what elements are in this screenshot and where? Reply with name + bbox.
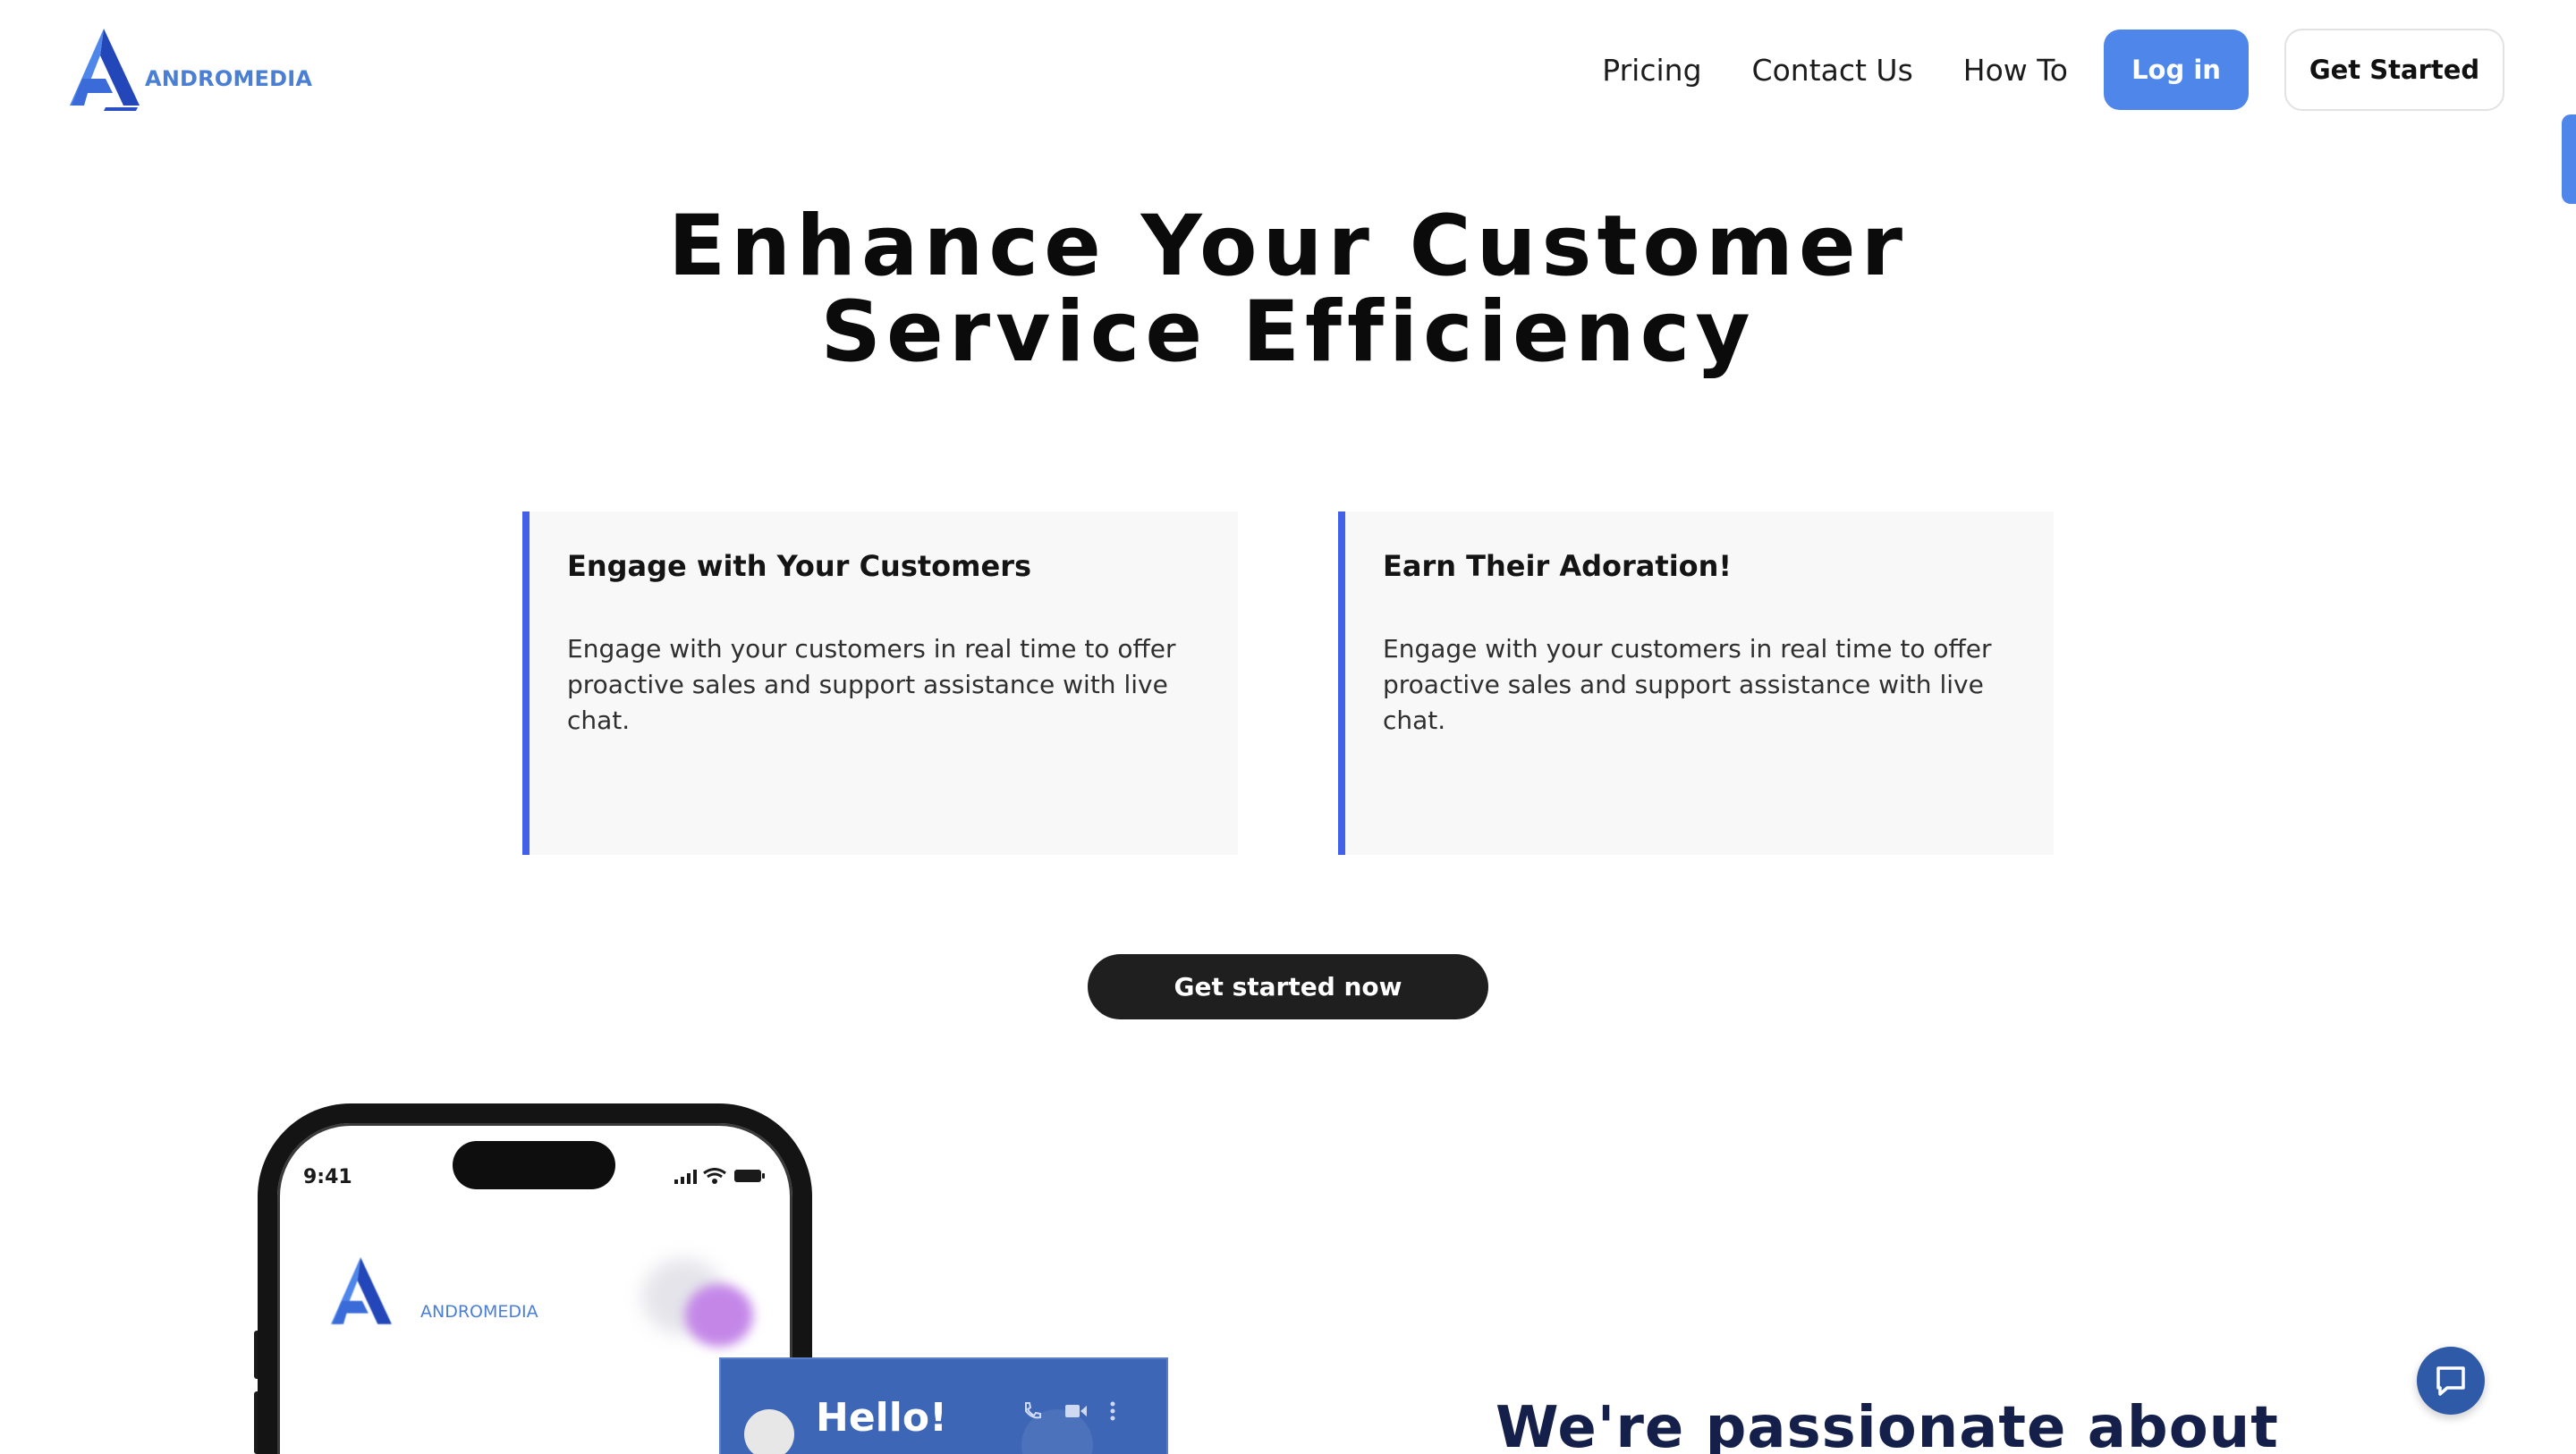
more-vertical-icon — [1109, 1400, 1116, 1426]
chat-action-icons — [1021, 1400, 1138, 1426]
feature-card-adoration: Earn Their Adoration! Engage with your c… — [1338, 511, 2054, 855]
phone-call-icon — [1021, 1400, 1043, 1426]
battery-icon — [734, 1170, 765, 1182]
wifi-icon — [703, 1168, 726, 1184]
login-button[interactable]: Log in — [2104, 30, 2249, 110]
brand-name: ANDROMEDIA — [145, 66, 313, 91]
get-started-button[interactable]: Get Started — [2284, 29, 2504, 111]
hero-title-line-2: Service Efficiency — [820, 283, 1756, 381]
get-started-now-button[interactable]: Get started now — [1088, 954, 1488, 1019]
top-nav: Pricing Contact Us How To Log in Get Sta… — [1602, 29, 2504, 111]
nav-link-how-to[interactable]: How To — [1963, 53, 2068, 88]
signal-icon — [674, 1170, 697, 1184]
chat-avatar — [744, 1409, 794, 1454]
brand-logo[interactable]: ANDROMEDIA — [70, 29, 312, 111]
phone-dynamic-island — [453, 1141, 615, 1189]
phone-status-time: 9:41 — [303, 1166, 352, 1188]
feature-card-body: Engage with your customers in real time … — [567, 634, 1176, 735]
hero-title-line-1: Enhance Your Customer — [667, 198, 1909, 295]
feature-card-title: Engage with Your Customers — [567, 549, 1032, 583]
side-feedback-tab[interactable] — [2562, 114, 2576, 204]
chat-preview-card: Hello! — [721, 1359, 1166, 1454]
nav-link-contact-us[interactable]: Contact Us — [1752, 53, 1913, 88]
andromedia-logo-icon — [331, 1257, 392, 1324]
hero-title: Enhance Your Customer Service Efficiency — [0, 204, 2576, 376]
video-call-icon — [1064, 1402, 1088, 1424]
phone-status-icons — [674, 1168, 766, 1184]
feature-card-body: Engage with your customers in real time … — [1383, 634, 1992, 735]
chat-widget-button[interactable] — [2417, 1347, 2485, 1415]
andromedia-logo-icon — [70, 29, 140, 111]
feature-card-title: Earn Their Adoration! — [1383, 549, 1733, 583]
feature-card-engage: Engage with Your Customers Engage with y… — [522, 511, 1238, 855]
chat-greeting: Hello! — [816, 1395, 948, 1441]
phone-app-name: ANDROMEDIA — [420, 1302, 538, 1322]
decorative-blob — [685, 1284, 753, 1347]
section-heading: We're passionate about — [1496, 1395, 2279, 1454]
nav-link-pricing[interactable]: Pricing — [1602, 53, 1701, 88]
chat-bubble-icon — [2436, 1366, 2465, 1396]
